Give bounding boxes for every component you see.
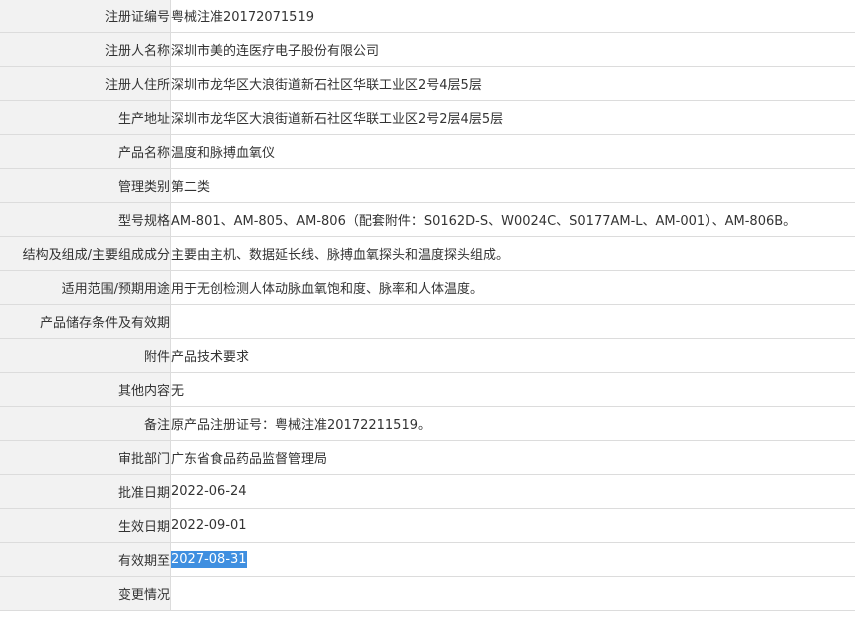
field-value-cell: 深圳市龙华区大浪街道新石社区华联工业区2号2层4层5层 [170, 100, 855, 135]
field-label: 其他内容 [0, 372, 171, 407]
table-row: 结构及组成/主要组成成分 主要由主机、数据延长线、脉搏血氧探头和温度探头组成。 [0, 236, 855, 271]
table-row: 注册人住所 深圳市龙华区大浪街道新石社区华联工业区2号4层5层 [0, 66, 855, 101]
field-label: 注册人住所 [0, 66, 171, 101]
field-value-cell: AM-801、AM-805、AM-806（配套附件：S0162D-S、W0024… [170, 202, 855, 237]
field-value-cell: 粤械注准20172071519 [170, 0, 855, 33]
table-row: 变更情况 [0, 576, 855, 611]
field-value: 深圳市美的连医疗电子股份有限公司 [171, 44, 380, 59]
table-row: 附件 产品技术要求 [0, 338, 855, 373]
field-value: 第二类 [171, 180, 211, 195]
field-value: 无 [171, 384, 185, 399]
field-value: 广东省食品药品监督管理局 [171, 452, 328, 467]
table-row: 产品储存条件及有效期 [0, 304, 855, 339]
table-row: 产品名称 温度和脉搏血氧仪 [0, 134, 855, 169]
table-row: 有效期至 2027-08-31 [0, 542, 855, 577]
field-value-cell [170, 304, 855, 339]
field-label: 生产地址 [0, 100, 171, 135]
field-value-cell: 2022-09-01 [170, 508, 855, 543]
field-value-cell: 2027-08-31 [170, 542, 855, 577]
field-label: 审批部门 [0, 440, 171, 475]
field-value-cell: 主要由主机、数据延长线、脉搏血氧探头和温度探头组成。 [170, 236, 855, 271]
field-label: 批准日期 [0, 474, 171, 509]
field-value-cell: 用于无创检测人体动脉血氧饱和度、脉率和人体温度。 [170, 270, 855, 305]
selected-field-value: 2027-08-31 [171, 551, 247, 568]
field-label: 产品名称 [0, 134, 171, 169]
field-value: 温度和脉搏血氧仪 [171, 146, 276, 161]
field-label: 产品储存条件及有效期 [0, 304, 171, 339]
table-row: 备注 原产品注册证号：粤械注准20172211519。 [0, 406, 855, 441]
field-value: 2022-06-24 [171, 484, 247, 499]
field-value: AM-801、AM-805、AM-806（配套附件：S0162D-S、W0024… [171, 214, 797, 229]
field-value-cell: 2022-06-24 [170, 474, 855, 509]
table-row: 其他内容无 [0, 372, 855, 407]
table-row: 批准日期 2022-06-24 [0, 474, 855, 509]
field-value: 主要由主机、数据延长线、脉搏血氧探头和温度探头组成。 [171, 248, 510, 263]
field-label: 附件 [0, 338, 171, 373]
field-value-cell: 深圳市龙华区大浪街道新石社区华联工业区2号4层5层 [170, 66, 855, 101]
field-label: 注册证编号 [0, 0, 171, 33]
field-value-cell: 原产品注册证号：粤械注准20172211519。 [170, 406, 855, 441]
field-label: 注册人名称 [0, 32, 171, 67]
table-row: 适用范围/预期用途 用于无创检测人体动脉血氧饱和度、脉率和人体温度。 [0, 270, 855, 305]
field-label: 管理类别 [0, 168, 171, 203]
field-value: 粤械注准20172071519 [171, 10, 314, 25]
field-value-cell: 产品技术要求 [170, 338, 855, 373]
table-row: 管理类别 第二类 [0, 168, 855, 203]
registration-detail-table: 注册证编号 粤械注准20172071519 注册人名称 深圳市美的连医疗电子股份有限公… [0, 0, 855, 611]
table-row: 生产地址 深圳市龙华区大浪街道新石社区华联工业区2号2层4层5层 [0, 100, 855, 135]
field-value: 深圳市龙华区大浪街道新石社区华联工业区2号4层5层 [171, 78, 482, 93]
table-row: 生效日期 2022-09-01 [0, 508, 855, 543]
field-label: 变更情况 [0, 576, 171, 611]
field-value-cell: 第二类 [170, 168, 855, 203]
field-value-cell [170, 576, 855, 611]
field-value: 原产品注册证号：粤械注准20172211519。 [171, 418, 431, 433]
field-value-cell: 广东省食品药品监督管理局 [170, 440, 855, 475]
table-row: 型号规格 AM-801、AM-805、AM-806（配套附件：S0162D-S、W… [0, 202, 855, 237]
field-value: 深圳市龙华区大浪街道新石社区华联工业区2号2层4层5层 [171, 112, 504, 127]
field-label: 适用范围/预期用途 [0, 270, 171, 305]
field-value-cell: 无 [170, 372, 855, 407]
table-row: 审批部门 广东省食品药品监督管理局 [0, 440, 855, 475]
field-label: 型号规格 [0, 202, 171, 237]
field-value: 用于无创检测人体动脉血氧饱和度、脉率和人体温度。 [171, 282, 484, 297]
table-row: 注册证编号 粤械注准20172071519 [0, 0, 855, 33]
field-label: 备注 [0, 406, 171, 441]
field-value-cell: 温度和脉搏血氧仪 [170, 134, 855, 169]
field-label: 有效期至 [0, 542, 171, 577]
table-row: 注册人名称 深圳市美的连医疗电子股份有限公司 [0, 32, 855, 67]
field-label: 生效日期 [0, 508, 171, 543]
field-value: 产品技术要求 [171, 350, 250, 365]
field-value: 2022-09-01 [171, 518, 247, 533]
field-label: 结构及组成/主要组成成分 [0, 236, 171, 271]
field-value-cell: 深圳市美的连医疗电子股份有限公司 [170, 32, 855, 67]
